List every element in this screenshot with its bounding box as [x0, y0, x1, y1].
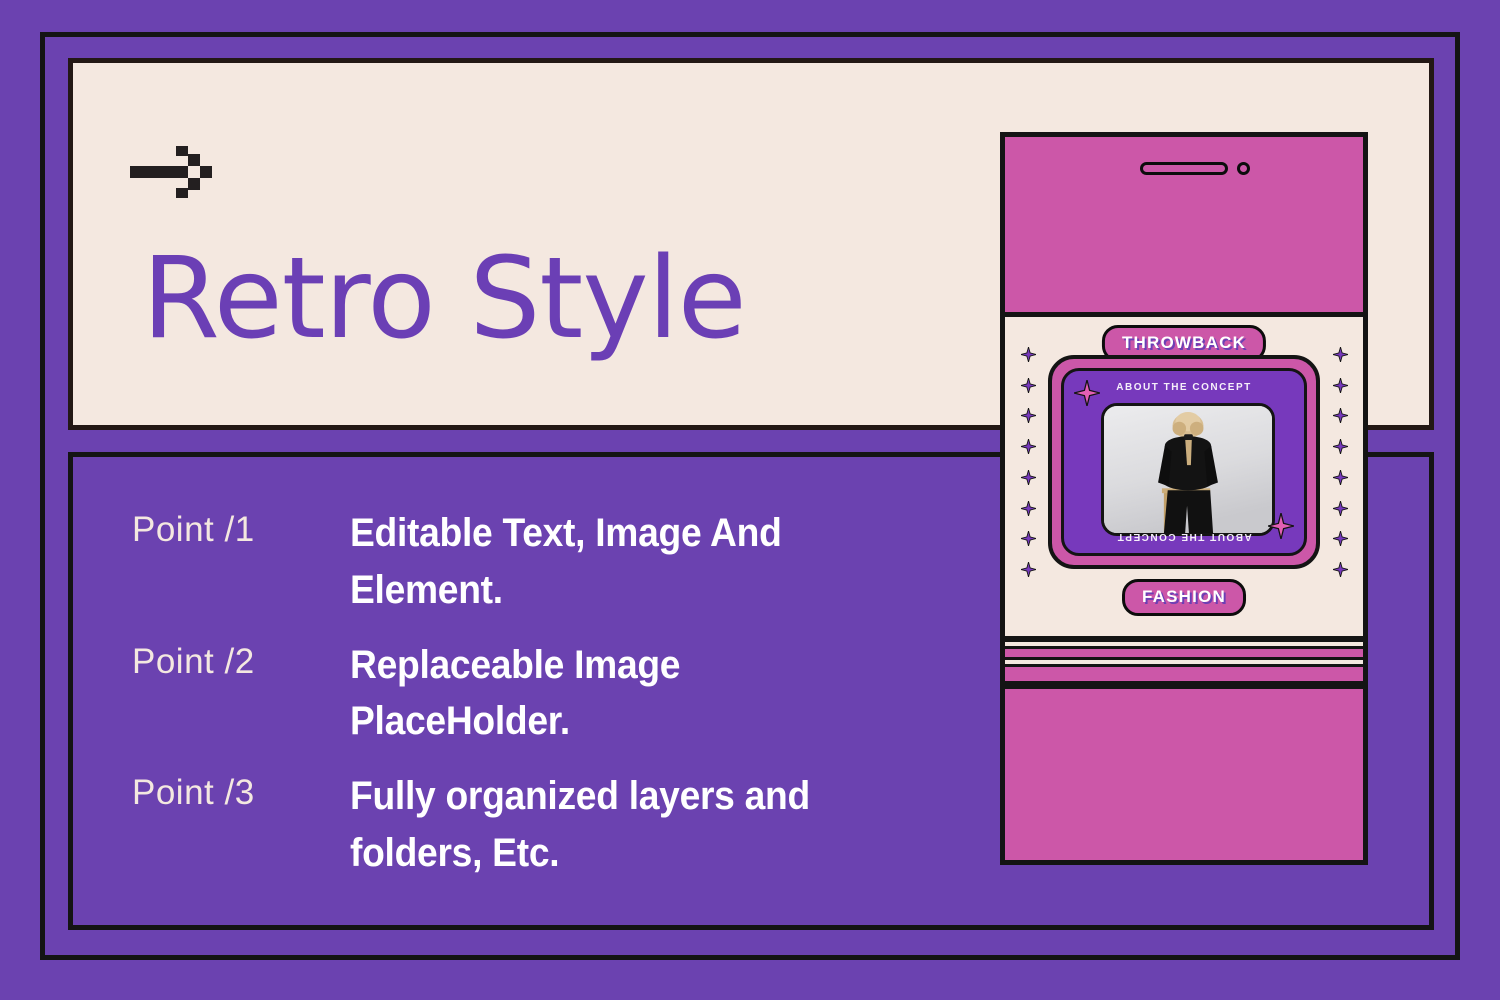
point-label: Point /1	[132, 510, 255, 549]
sparkle-column-left	[1017, 345, 1039, 582]
speaker-grille-icon	[1140, 162, 1228, 175]
four-point-star-icon	[1018, 529, 1038, 551]
four-point-star-icon	[1073, 379, 1101, 411]
four-point-star-icon	[1330, 345, 1350, 367]
camera-dot-icon	[1237, 162, 1250, 175]
concept-card-inner: ABOUT THE CONCEPT ABOUT THE CONCEPT	[1061, 368, 1307, 556]
four-point-star-icon	[1330, 529, 1350, 551]
four-point-star-icon	[1330, 437, 1350, 459]
point-text: Replaceable Image PlaceHolder.	[350, 642, 681, 744]
four-point-star-icon	[1330, 498, 1350, 521]
point-text: Editable Text, Image And Element.	[350, 511, 782, 612]
stripe-divider	[1005, 636, 1363, 684]
pixel-arrow-icon	[130, 142, 228, 200]
four-point-star-icon	[1018, 437, 1038, 459]
four-point-star-icon	[1018, 498, 1038, 521]
list-item: Point /1 Editable Text, Image And Elemen…	[132, 505, 952, 619]
points-list: Point /1 Editable Text, Image And Elemen…	[132, 505, 952, 900]
four-point-star-icon	[1018, 468, 1038, 490]
list-item: Point /2 Replaceable Image PlaceHolder.	[132, 637, 952, 751]
card-caption-top: ABOUT THE CONCEPT	[1116, 382, 1252, 393]
badge-fashion[interactable]: FASHION	[1122, 579, 1246, 616]
page-title: Retro Style	[142, 234, 747, 364]
concept-card[interactable]: ABOUT THE CONCEPT ABOUT THE CONCEPT	[1048, 355, 1320, 569]
phone-header	[1005, 137, 1363, 317]
poster-canvas: Retro Style Point /1 Editable Text, Imag…	[0, 0, 1500, 1000]
list-item: Point /3 Fully organized layers and fold…	[132, 768, 952, 882]
stripe	[1005, 646, 1363, 660]
card-caption-bottom: ABOUT THE CONCEPT	[1116, 531, 1252, 542]
four-point-star-icon	[1330, 560, 1350, 582]
phone-mockup: THROWBACK ABOUT THE CONCEPT ABOUT THE CO…	[1000, 132, 1368, 865]
four-point-star-icon	[1018, 345, 1038, 367]
sparkle-column-right	[1329, 345, 1351, 582]
point-text: Fully organized layers and folders, Etc.	[350, 774, 810, 875]
four-point-star-icon	[1018, 406, 1038, 428]
four-point-star-icon	[1330, 376, 1350, 398]
four-point-star-icon	[1018, 560, 1038, 582]
point-label: Point /2	[132, 641, 255, 681]
four-point-star-icon	[1330, 406, 1350, 428]
stripe	[1005, 664, 1363, 684]
phone-footer	[1005, 684, 1363, 860]
point-label: Point /3	[132, 773, 255, 813]
phone-screen: THROWBACK ABOUT THE CONCEPT ABOUT THE CO…	[1005, 317, 1363, 636]
four-point-star-icon	[1018, 376, 1038, 398]
four-point-star-icon	[1330, 468, 1350, 490]
fashion-model-photo-placeholder[interactable]	[1101, 403, 1275, 536]
